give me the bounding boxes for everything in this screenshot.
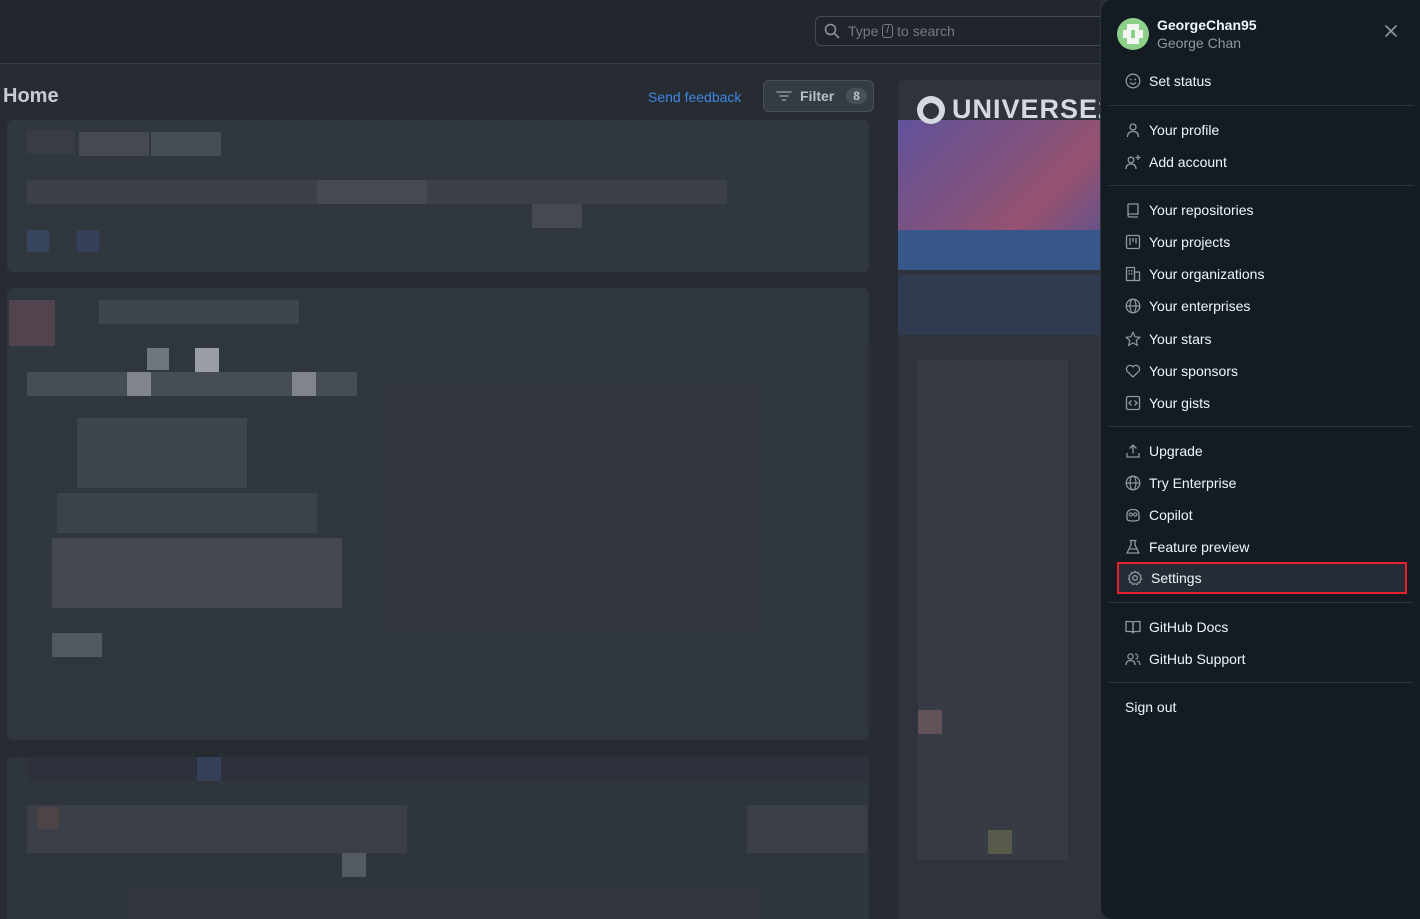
menu-item-settings[interactable]: Settings xyxy=(1117,562,1407,594)
menu-item-label: Your gists xyxy=(1149,395,1210,411)
set-status-label: Set status xyxy=(1149,73,1212,89)
menu-item-label: Your projects xyxy=(1149,234,1231,250)
menu-item-github-docs[interactable]: GitHub Docs xyxy=(1117,611,1407,643)
account-drawer: GeorgeChan95 George Chan Set status Your… xyxy=(1100,0,1420,919)
close-drawer-button[interactable] xyxy=(1384,24,1398,38)
menu-item-your-repositories[interactable]: Your repositories xyxy=(1117,194,1407,226)
menu-item-label: Feature preview xyxy=(1149,539,1250,555)
menu-item-feature-preview[interactable]: Feature preview xyxy=(1117,531,1407,563)
menu-item-your-enterprises[interactable]: Your enterprises xyxy=(1117,290,1407,322)
menu-item-copilot[interactable]: Copilot xyxy=(1117,499,1407,531)
star-icon xyxy=(1125,331,1141,347)
globe-icon xyxy=(1125,475,1141,491)
menu-item-your-profile[interactable]: Your profile xyxy=(1117,114,1407,146)
menu-divider xyxy=(1109,426,1413,427)
menu-item-your-organizations[interactable]: Your organizations xyxy=(1117,258,1407,290)
person-add-icon xyxy=(1125,154,1141,170)
account-login: GeorgeChan95 xyxy=(1157,17,1257,33)
organization-icon xyxy=(1125,266,1141,282)
menu-divider xyxy=(1109,105,1413,106)
menu-item-upgrade[interactable]: Upgrade xyxy=(1117,435,1407,467)
account-full-name: George Chan xyxy=(1157,35,1242,51)
heart-icon xyxy=(1125,363,1141,379)
repo-icon xyxy=(1125,202,1141,218)
menu-item-label: Your enterprises xyxy=(1149,298,1251,314)
menu-item-your-sponsors[interactable]: Your sponsors xyxy=(1117,355,1407,387)
menu-item-label: GitHub Docs xyxy=(1149,619,1229,635)
menu-item-label: Your organizations xyxy=(1149,266,1265,282)
menu-item-label: Settings xyxy=(1151,570,1202,586)
person-icon xyxy=(1125,122,1141,138)
menu-item-label: Upgrade xyxy=(1149,443,1203,459)
beaker-icon xyxy=(1125,539,1141,555)
copilot-icon xyxy=(1125,507,1141,523)
globe-icon xyxy=(1125,298,1141,314)
account-header: GeorgeChan95 George Chan xyxy=(1117,16,1257,52)
sign-out-button[interactable]: Sign out xyxy=(1117,691,1407,723)
upload-icon xyxy=(1125,443,1141,459)
drawer-backdrop[interactable] xyxy=(0,0,1100,919)
book-icon xyxy=(1125,619,1141,635)
menu-item-label: Your stars xyxy=(1149,331,1212,347)
code-square-icon xyxy=(1125,395,1141,411)
people-icon xyxy=(1125,651,1141,667)
avatar xyxy=(1117,18,1149,50)
menu-divider xyxy=(1109,185,1413,186)
sign-out-label: Sign out xyxy=(1125,699,1177,715)
menu-item-label: Add account xyxy=(1149,154,1227,170)
menu-item-your-stars[interactable]: Your stars xyxy=(1117,323,1407,355)
menu-item-github-support[interactable]: GitHub Support xyxy=(1117,643,1407,675)
menu-item-label: Try Enterprise xyxy=(1149,475,1237,491)
menu-item-label: GitHub Support xyxy=(1149,651,1246,667)
menu-item-your-projects[interactable]: Your projects xyxy=(1117,226,1407,258)
menu-divider xyxy=(1109,682,1413,683)
menu-item-label: Your profile xyxy=(1149,122,1220,138)
set-status-button[interactable]: Set status xyxy=(1117,65,1407,97)
close-icon xyxy=(1385,25,1397,37)
menu-item-label: Your sponsors xyxy=(1149,363,1238,379)
gear-icon xyxy=(1127,570,1143,586)
project-icon xyxy=(1125,234,1141,250)
menu-divider xyxy=(1109,602,1413,603)
menu-item-add-account[interactable]: Add account xyxy=(1117,146,1407,178)
menu-item-try-enterprise[interactable]: Try Enterprise xyxy=(1117,467,1407,499)
menu-item-label: Your repositories xyxy=(1149,202,1254,218)
menu-item-label: Copilot xyxy=(1149,507,1193,523)
menu-item-your-gists[interactable]: Your gists xyxy=(1117,387,1407,419)
smiley-icon xyxy=(1125,73,1141,89)
